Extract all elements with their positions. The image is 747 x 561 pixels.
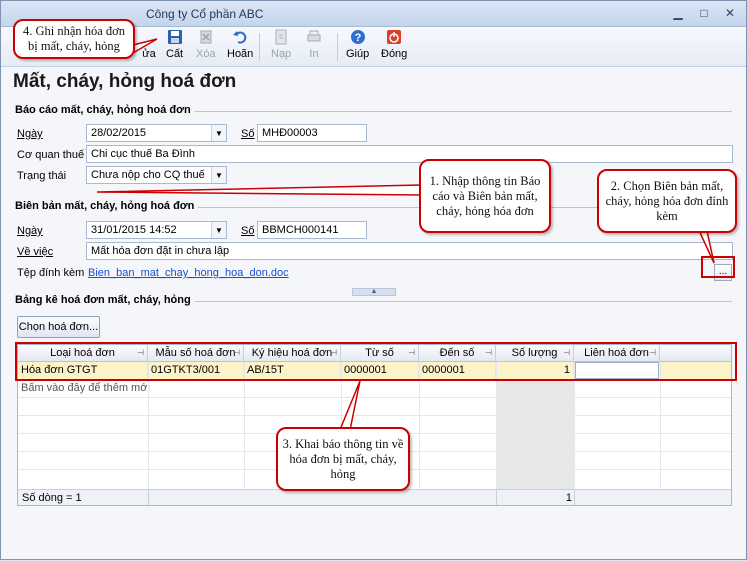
- print-label: In: [309, 48, 319, 60]
- close-label: Đóng: [381, 48, 408, 60]
- undo-button[interactable]: Hoãn: [227, 29, 253, 65]
- report-number-input[interactable]: MHĐ00003: [257, 124, 367, 142]
- save-label: Cất: [166, 48, 184, 60]
- minutes-datetime-value: 31/01/2015 14:52: [91, 224, 177, 236]
- add-new-hint[interactable]: Bấm vào đây để thêm mới: [18, 380, 218, 397]
- attachment-label: Tệp đính kèm: [17, 267, 85, 279]
- minutes-number-input[interactable]: BBMCH000141: [257, 221, 367, 239]
- status-value: Chưa nộp cho CQ thuế: [91, 169, 205, 181]
- status-label: Trạng thái: [17, 170, 67, 182]
- dropdown-arrow-icon[interactable]: ▼: [211, 167, 226, 183]
- dropdown-arrow-icon[interactable]: ▼: [211, 222, 226, 238]
- print-button[interactable]: In: [306, 29, 322, 65]
- grid-footer: Số dòng = 1 1: [18, 489, 731, 505]
- close-button[interactable]: Đóng: [381, 29, 407, 65]
- subject-input[interactable]: Mất hóa đơn đặt in chưa lập: [86, 242, 733, 260]
- undo-label: Hoãn: [227, 48, 254, 60]
- help-icon: ?: [350, 29, 366, 45]
- qty-total: 1: [565, 492, 572, 504]
- load-button[interactable]: Nạp: [271, 29, 291, 65]
- minutes-datetime-picker[interactable]: 31/01/2015 14:52 ▼: [86, 221, 227, 239]
- grid-highlight-box: [15, 342, 737, 381]
- help-label: Giúp: [346, 48, 370, 60]
- report-date-picker[interactable]: 28/02/2015 ▼: [86, 124, 227, 142]
- toolbar-separator: [259, 33, 260, 61]
- callout-step-4: 4. Ghi nhận hóa đơn bị mất, cháy, hỏng: [13, 19, 135, 59]
- report-date-label: Ngày: [17, 128, 43, 140]
- load-icon: [273, 29, 289, 45]
- callout-step-1: 1. Nhập thông tin Báo cáo và Biên bản mấ…: [419, 159, 551, 233]
- add-new-row[interactable]: Bấm vào đây để thêm mới: [18, 380, 731, 397]
- status-select[interactable]: Chưa nộp cho CQ thuế ▼: [86, 166, 227, 184]
- list-section-title: Bảng kê hoá đơn mất, cháy, hỏng: [15, 294, 195, 306]
- minutes-number-label: Số: [241, 225, 255, 237]
- svg-text:?: ?: [354, 32, 361, 44]
- grid-line: [574, 490, 575, 505]
- page-title: Mất, cháy, hỏng hoá đơn: [13, 71, 237, 92]
- row-count: Số dòng = 1: [22, 492, 82, 504]
- attachment-link[interactable]: Bien_ban_mat_chay_hong_hoa_don.doc: [88, 267, 289, 279]
- minutes-date-label: Ngày: [17, 225, 43, 237]
- minutes-section-title: Biên bản mất, cháy, hỏng hoá đơn: [15, 200, 199, 212]
- choose-invoice-button[interactable]: Chọn hoá đơn...: [17, 316, 100, 338]
- tax-office-input[interactable]: Chi cục thuế Ba Đình: [86, 145, 733, 163]
- report-date-value: 28/02/2015: [91, 127, 147, 139]
- grid-line: [18, 397, 731, 398]
- report-section-title: Báo cáo mất, cháy, hỏng hoá đơn: [15, 104, 195, 116]
- save-button[interactable]: Cất: [166, 29, 183, 65]
- window-title: Công ty Cổ phần ABC: [146, 7, 264, 21]
- grid-line: [18, 415, 731, 416]
- grid-line: [148, 490, 149, 505]
- report-number-label: Số: [241, 128, 255, 140]
- maximize-icon[interactable]: □: [694, 4, 714, 22]
- delete-label: Xóa: [196, 48, 216, 60]
- edit-icon: [141, 29, 157, 45]
- power-icon: [386, 29, 402, 45]
- callout-step-2: 2. Chọn Biên bản mất, cháy, hỏng hóa đơn…: [597, 169, 737, 233]
- callout-pointer: [96, 184, 424, 196]
- window-controls: ▁ □ ✕: [668, 4, 740, 22]
- attachment-highlight-box: [701, 256, 735, 278]
- tax-office-label: Cơ quan thuế: [17, 149, 85, 161]
- grid-line: [496, 490, 497, 505]
- edit-label: ửa: [142, 48, 156, 60]
- undo-icon: [232, 29, 248, 45]
- minimize-icon[interactable]: ▁: [668, 4, 688, 22]
- app-window: Công ty Cổ phần ABC ▁ □ ✕ ửa Cất Xóa Hoã…: [0, 0, 747, 560]
- subject-label: Về việc: [17, 246, 54, 258]
- collapse-splitter[interactable]: ▲: [352, 288, 396, 296]
- print-icon: [306, 29, 322, 45]
- toolbar-separator: [337, 33, 338, 61]
- delete-button[interactable]: Xóa: [196, 29, 216, 65]
- callout-step-3: 3. Khai báo thông tin về hóa đơn bị mất,…: [276, 427, 410, 491]
- dropdown-arrow-icon[interactable]: ▼: [211, 125, 226, 141]
- close-window-icon[interactable]: ✕: [720, 4, 740, 22]
- edit-button[interactable]: ửa: [141, 29, 157, 65]
- help-button[interactable]: ? Giúp: [346, 29, 369, 65]
- load-label: Nạp: [271, 48, 292, 60]
- save-icon: [167, 29, 183, 45]
- delete-icon: [198, 29, 214, 45]
